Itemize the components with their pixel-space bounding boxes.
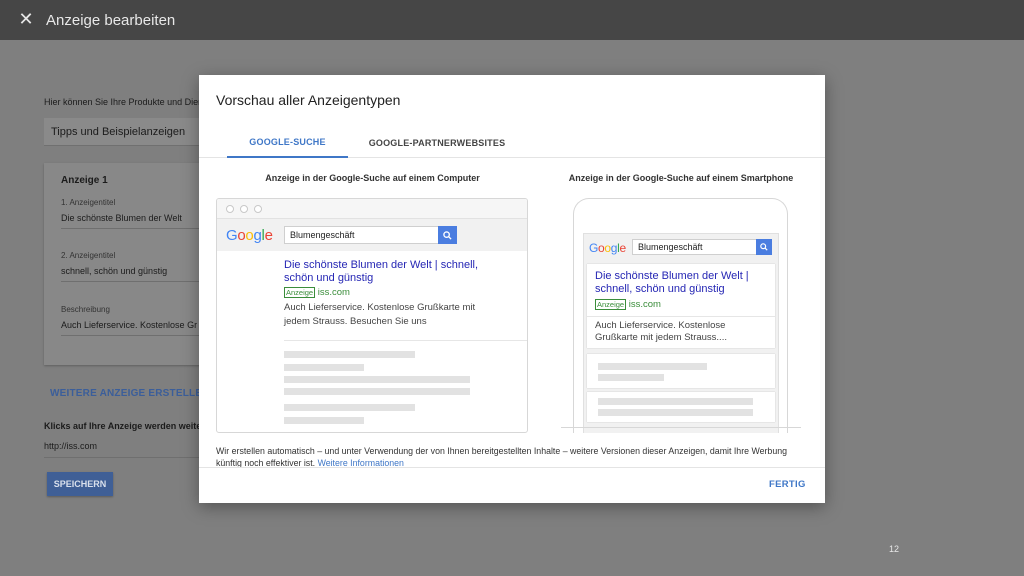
placeholder-result	[284, 404, 415, 411]
ad-card-heading: Anzeige 1	[61, 175, 108, 186]
footer-note-text: Wir erstellen automatisch – und unter Ve…	[216, 446, 788, 468]
placeholder-card	[587, 392, 775, 422]
mobile-preview: Google Blumengeschäft Die schönste Blume…	[573, 198, 788, 433]
search-input[interactable]: Blumengeschäft	[632, 239, 757, 255]
page-number: 12	[889, 544, 900, 554]
ad-title-line[interactable]: Die schönste Blumen der Welt |	[595, 270, 749, 283]
ad-url: iss.com	[628, 299, 661, 311]
window-dot-icon	[226, 205, 234, 213]
tab-google-partner-sites[interactable]: GOOGLE-PARTNERWEBSITES	[359, 127, 515, 158]
tab-google-search[interactable]: GOOGLE-SUCHE	[227, 127, 348, 158]
footer-divider	[199, 467, 825, 468]
placeholder-result	[284, 351, 415, 358]
done-button[interactable]: FERTIG	[769, 479, 806, 490]
ad-title-line[interactable]: Die schönste Blumen der Welt | schnell,	[284, 259, 478, 272]
learn-more-link[interactable]: Weitere Informationen	[318, 458, 404, 468]
placeholder-result	[598, 398, 753, 405]
placeholder-result	[598, 363, 707, 370]
mobile-ad-card[interactable]: Die schönste Blumen der Welt | schnell, …	[587, 264, 775, 348]
desktop-preview-heading: Anzeige in der Google-Suche auf einem Co…	[265, 173, 480, 183]
headline2-label: 2. Anzeigentitel	[61, 251, 116, 260]
app-header: ✕ Anzeige bearbeiten	[0, 0, 1024, 40]
ad-title-line[interactable]: schnell, schön und günstig	[595, 283, 725, 296]
preview-dialog: Vorschau aller Anzeigentypen GOOGLE-SUCH…	[199, 75, 825, 503]
google-logo: Google	[589, 241, 626, 255]
search-icon	[443, 230, 452, 240]
google-search-bar: Google Blumengeschäft	[217, 219, 527, 251]
ad-description-line: Auch Lieferservice. Kostenlose Grußkarte…	[284, 302, 476, 313]
ad-badge: Anzeige	[595, 299, 627, 310]
window-dot-icon	[254, 205, 262, 213]
headline1-label: 1. Anzeigentitel	[61, 198, 116, 207]
search-button[interactable]	[438, 226, 457, 244]
description-label: Beschreibung	[61, 305, 110, 314]
field-underline	[61, 335, 214, 336]
headline1-field[interactable]: Die schönste Blumen der Welt	[61, 213, 214, 223]
field-underline	[61, 281, 214, 282]
field-underline	[44, 457, 200, 458]
ad-card: Anzeige 1 1. Anzeigentitel Die schönste …	[44, 163, 214, 365]
placeholder-result	[284, 364, 364, 371]
google-logo: Google	[226, 227, 273, 244]
more-ads-link[interactable]: WEITERE ANZEIGE ERSTELLEN	[50, 388, 210, 399]
ad-description-line: Grußkarte mit jedem Strauss....	[595, 332, 727, 343]
clicks-label: Klicks auf Ihre Anzeige werden weiter	[44, 421, 200, 431]
placeholder-result	[284, 376, 470, 383]
tab-bar: GOOGLE-SUCHE GOOGLE-PARTNERWEBSITES	[199, 127, 825, 158]
desktop-preview: Google Blumengeschäft Die schönste Blume…	[216, 198, 528, 433]
browser-titlebar	[217, 199, 527, 219]
ad-title-line[interactable]: schön und günstig	[284, 272, 373, 285]
phone-base-line	[561, 427, 801, 428]
field-underline	[61, 228, 214, 229]
window-dot-icon	[240, 205, 248, 213]
ad-display-url: Anzeige iss.com	[595, 299, 661, 310]
ad-url: iss.com	[317, 287, 350, 299]
placeholder-result	[598, 374, 664, 381]
close-icon[interactable]: ✕	[16, 10, 36, 30]
phone-screen: Google Blumengeschäft Die schönste Blume…	[583, 233, 779, 433]
placeholder-result	[598, 409, 753, 416]
ad-description-line: Auch Lieferservice. Kostenlose	[595, 320, 726, 331]
card-divider	[587, 316, 775, 317]
mobile-preview-heading: Anzeige in der Google-Suche auf einem Sm…	[568, 173, 794, 183]
footer-note: Wir erstellen automatisch – und unter Ve…	[216, 446, 796, 469]
search-input[interactable]: Blumengeschäft	[284, 226, 439, 244]
placeholder-card	[587, 354, 775, 388]
dialog-title: Vorschau aller Anzeigentypen	[216, 92, 401, 108]
placeholder-result	[284, 388, 470, 395]
ad-description-line: jedem Strauss. Besuchen Sie uns	[284, 316, 427, 327]
headline2-field[interactable]: schnell, schön und günstig	[61, 266, 214, 276]
save-button[interactable]: SPEICHERN	[47, 472, 113, 496]
final-url-field[interactable]: http://iss.com	[44, 441, 97, 451]
search-icon	[760, 243, 768, 251]
description-field[interactable]: Auch Lieferservice. Kostenlose Gr	[61, 320, 214, 330]
ad-display-url: Anzeige iss.com	[284, 287, 350, 298]
tips-select[interactable]: Tipps und Beispielanzeigen	[44, 118, 224, 146]
placeholder-result	[284, 417, 364, 424]
page-title: Anzeige bearbeiten	[46, 11, 176, 29]
search-button[interactable]	[756, 239, 772, 255]
ad-badge: Anzeige	[284, 287, 316, 298]
result-divider	[284, 340, 527, 341]
